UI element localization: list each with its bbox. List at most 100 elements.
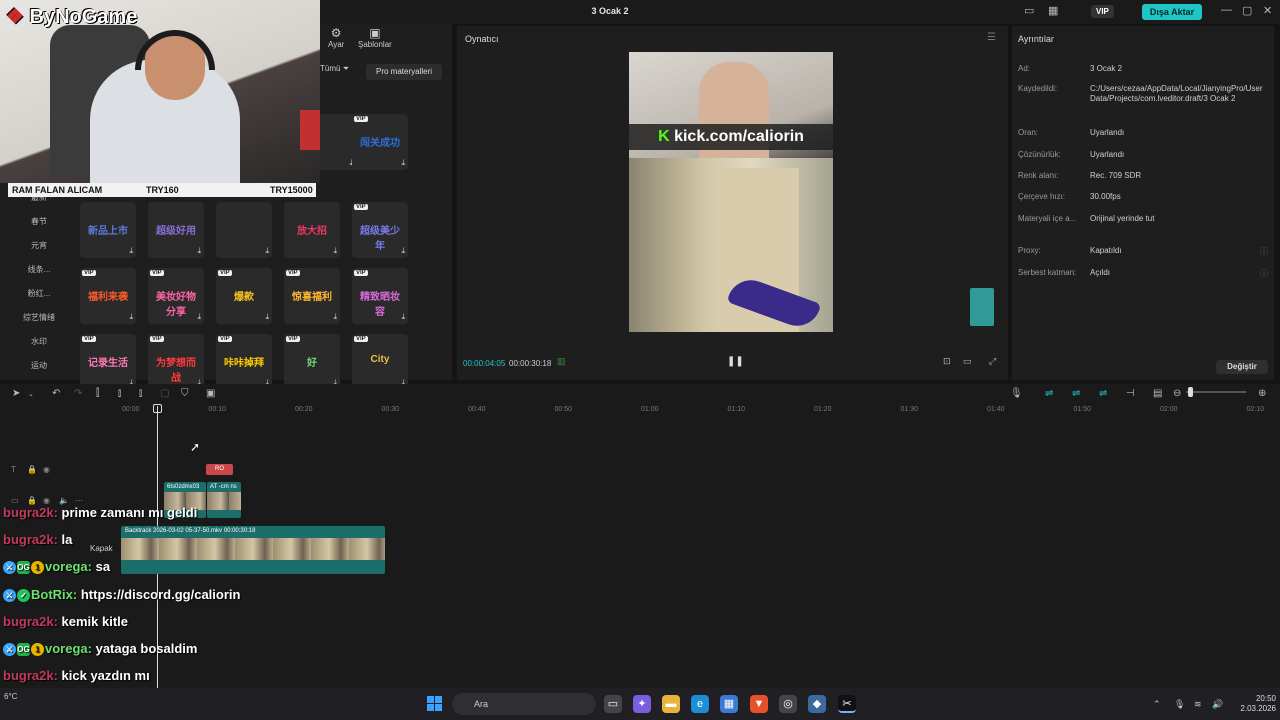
obs-icon[interactable]: ◎ (779, 695, 797, 713)
sticker-item[interactable]: VIP 爆款 ⤓ (216, 268, 272, 324)
ratio-icon[interactable]: ▭ (963, 356, 972, 367)
sticker-item[interactable]: 超级好用 ⤓ (148, 202, 204, 258)
download-icon[interactable]: ⤓ (265, 246, 269, 256)
download-icon[interactable]: ⤓ (401, 312, 405, 322)
magnet-icon[interactable]: ⇌ (1072, 388, 1080, 399)
maximize-button[interactable]: ▢ (1242, 4, 1252, 17)
preview-axis-icon[interactable]: ▤ (1153, 388, 1162, 399)
start-button[interactable] (427, 696, 442, 711)
image-icon[interactable]: ▣ (206, 388, 215, 399)
snapshot-icon[interactable]: ⊡ (943, 356, 951, 367)
wifi-icon[interactable]: ≋ (1194, 699, 1202, 710)
main-video-clip[interactable]: Backtrack 2026-03-02 05-37-50.mkv 00:00:… (121, 526, 385, 574)
category-item[interactable]: 春节 (0, 216, 78, 227)
vip-badge[interactable]: VIP (1091, 5, 1114, 18)
fullscreen-icon[interactable]: ⤢ (989, 356, 996, 367)
split-right-icon[interactable]: ⫾ (139, 388, 142, 399)
split-left-icon[interactable]: ⫾ (118, 388, 121, 399)
undo-icon[interactable]: ↶ (52, 388, 60, 399)
chevron-down-icon[interactable]: ⌄ (28, 390, 34, 398)
edge-icon[interactable]: e (691, 695, 709, 713)
download-icon[interactable]: ⤓ (401, 158, 405, 168)
app-icon[interactable]: ◆ (808, 695, 826, 713)
eye-icon[interactable]: ◉ (43, 465, 50, 474)
shield-icon[interactable]: ⛉ (181, 388, 189, 399)
tab-templates[interactable]: ▣ Şablonlar (358, 26, 392, 49)
download-icon[interactable]: ⤓ (333, 312, 337, 322)
sticker-clip[interactable]: RO (206, 464, 233, 475)
info-icon[interactable]: ⓘ (1260, 268, 1268, 279)
sticker-item[interactable]: VIP 福利来袭 ⤓ (80, 268, 136, 324)
sticker-item[interactable]: 新品上市 ⤓ (80, 202, 136, 258)
close-button[interactable]: ✕ (1263, 4, 1272, 17)
info-icon[interactable]: ⓘ (1260, 246, 1268, 257)
download-icon[interactable]: ⤓ (197, 246, 201, 256)
capcut-icon[interactable]: ✂ (838, 695, 856, 713)
sticker-item[interactable]: 放大招 ⤓ (284, 202, 340, 258)
more-icon[interactable]: ⋯ (75, 496, 83, 505)
zoom-slider[interactable] (1186, 391, 1246, 393)
category-item[interactable]: 水印 (0, 336, 78, 347)
tray-chevron-icon[interactable]: ⌃ (1153, 699, 1161, 710)
sticker-item[interactable]: VIP 闯关成功 ⤓ (352, 114, 408, 170)
snap-icon[interactable]: ⇌ (1099, 388, 1107, 399)
download-icon[interactable]: ⤓ (129, 246, 133, 256)
file-explorer-icon[interactable]: ▬ (662, 695, 680, 713)
mic-tray-icon[interactable]: 🎙 (1174, 699, 1185, 710)
download-icon[interactable]: ⤓ (129, 312, 133, 322)
align-icon[interactable]: ⊣ (1126, 388, 1135, 399)
menu-icon[interactable]: ☰ (987, 32, 996, 43)
category-item[interactable]: 线条... (0, 264, 78, 275)
select-tool-icon[interactable]: ➤ (12, 388, 20, 399)
download-icon[interactable]: ⤓ (265, 312, 269, 322)
pause-button[interactable]: ❚❚ (727, 356, 744, 367)
cover-button[interactable]: Kapak (90, 544, 113, 553)
layout-icon[interactable]: ▭ (1024, 4, 1034, 17)
sticker-item[interactable]: VIP 惊喜福利 ⤓ (284, 268, 340, 324)
category-item[interactable]: 综艺情绪 (0, 312, 78, 323)
sticker-item[interactable]: VIP 咔咔掉拜 ⤓ (216, 334, 272, 390)
change-button[interactable]: Değiştir (1216, 360, 1268, 374)
export-button[interactable]: Dışa Aktar (1142, 4, 1202, 20)
zoom-slider-handle[interactable] (1188, 387, 1193, 397)
volume-icon[interactable]: 🔊 (1212, 699, 1223, 710)
copilot-icon[interactable]: ✦ (633, 695, 651, 713)
download-icon[interactable]: ⤓ (197, 312, 201, 322)
minimize-button[interactable]: — (1221, 4, 1232, 16)
zoom-in-icon[interactable]: ⊕ (1258, 388, 1266, 399)
overlay-clip-2[interactable]: AT -cm ns (207, 482, 241, 518)
category-item[interactable]: 运动 (0, 360, 78, 371)
sticker-item[interactable]: VIP 美妆好物分享 ⤓ (148, 268, 204, 324)
tab-adjust[interactable]: ⚙ Ayar (328, 26, 344, 49)
taskbar-search[interactable]: Ara (452, 693, 596, 715)
download-icon[interactable]: ⤓ (333, 246, 337, 256)
grid-layout-icon[interactable]: ▦ (1048, 4, 1058, 17)
sticker-item[interactable]: VIP 精致晒妆容 ⤓ (352, 268, 408, 324)
sticker-item[interactable]: VIP City ⤓ (352, 334, 408, 390)
weather-widget[interactable]: 6°C (4, 692, 17, 701)
video-preview[interactable]: K kick.com/caliorin (629, 52, 833, 332)
side-thumbnail[interactable] (970, 288, 994, 326)
store-icon[interactable]: ▦ (720, 695, 738, 713)
sticker-item[interactable]: VIP 好 ⤓ (284, 334, 340, 390)
task-view-icon[interactable]: ▭ (604, 695, 622, 713)
brave-icon[interactable]: ▼ (750, 695, 768, 713)
category-item[interactable]: 元宵 (0, 240, 78, 251)
link-icon[interactable]: ⇌ (1045, 388, 1053, 399)
category-item[interactable]: 粉红... (0, 288, 78, 299)
zoom-out-icon[interactable]: ⊖ (1173, 388, 1181, 399)
download-icon[interactable]: ⤓ (401, 246, 405, 256)
eye-icon[interactable]: ◉ (43, 496, 50, 505)
taskbar-clock[interactable]: 20:50 2.03.2026 (1226, 694, 1276, 714)
sticker-item[interactable]: VIP 记录生活 ⤓ (80, 334, 136, 390)
lock-icon[interactable]: 🔒 (27, 465, 37, 474)
microphone-icon[interactable]: 🎙 (1010, 388, 1023, 399)
lock-icon[interactable]: 🔒 (27, 496, 37, 505)
delete-icon[interactable]: ▢ (160, 388, 169, 399)
audio-icon[interactable]: 🔈 (59, 496, 69, 505)
pro-materials-button[interactable]: Pro materyalleri (366, 64, 442, 80)
redo-icon[interactable]: ↷ (74, 388, 82, 399)
split-icon[interactable]: ⫿ (96, 388, 99, 399)
sticker-item[interactable]: VIP 为梦想而战 ⤓ (148, 334, 204, 390)
sticker-item[interactable]: VIP 超级美少年 ⤓ (352, 202, 408, 258)
